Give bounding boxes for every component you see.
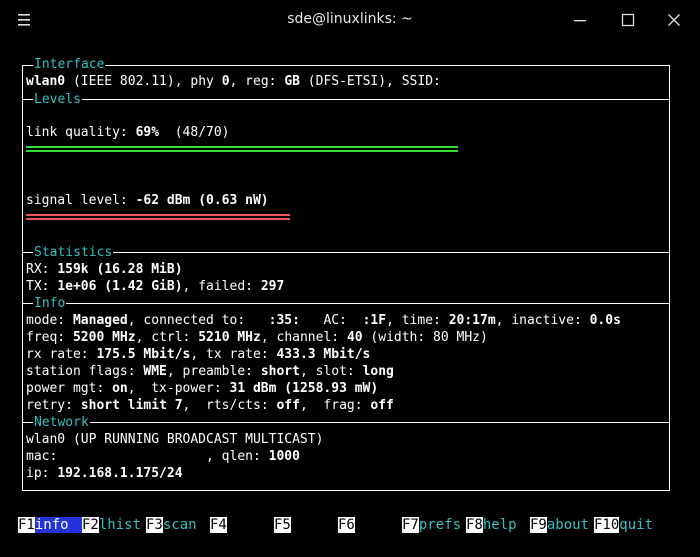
link-quality-line: link quality: 69% (48/70) <box>26 125 230 140</box>
fkey-f6[interactable]: F6 <box>338 516 355 534</box>
fkey-about[interactable]: F9about <box>530 516 589 534</box>
terminal-area[interactable]: Interface Levels Statistics Info Network… <box>0 40 700 557</box>
fkey-f4[interactable]: F4 <box>210 516 227 534</box>
close-icon[interactable] <box>662 8 686 32</box>
signal-level-line: signal level: -62 dBm (0.63 nW) <box>26 193 269 208</box>
section-label-statistics: Statistics <box>33 245 114 260</box>
window-titlebar: sde@linuxlinks: ~ <box>0 0 700 40</box>
section-label-interface: Interface <box>33 57 106 72</box>
freq-line: freq: 5200 MHz, ctrl: 5210 MHz, channel:… <box>26 330 488 345</box>
window-title: sde@linuxlinks: ~ <box>287 11 413 27</box>
fkey-info[interactable]: F1info <box>18 516 83 534</box>
function-key-bar: F1info F2lhist F3scan F4 F5 F6 F7prefs F… <box>18 516 688 534</box>
ip-line: ip: 192.168.1.175/24 <box>26 466 183 481</box>
fkey-f5[interactable]: F5 <box>274 516 291 534</box>
fkey-quit[interactable]: F10quit <box>594 516 653 534</box>
section-label-info: Info <box>33 296 67 311</box>
maximize-icon[interactable] <box>616 8 640 32</box>
interface-line: wlan0 (IEEE 802.11), phy 0, reg: GB (DFS… <box>26 74 449 89</box>
station-flags-line: station flags: WME, preamble: short, slo… <box>26 364 394 379</box>
fkey-lhist[interactable]: F2lhist <box>82 516 141 534</box>
divider <box>22 252 670 253</box>
power-mgt-line: power mgt: on, tx-power: 31 dBm (1258.93… <box>26 381 379 396</box>
rate-line: rx rate: 175.5 Mbit/s, tx rate: 433.3 Mb… <box>26 347 371 362</box>
divider <box>22 99 670 100</box>
divider <box>22 422 670 423</box>
signal-level-bar <box>26 214 290 222</box>
section-label-network: Network <box>33 415 90 430</box>
tx-stat-line: TX: 1e+06 (1.42 GiB), failed: 297 <box>26 279 285 294</box>
mac-line: mac: , qlen: 1000 <box>26 449 300 464</box>
section-label-levels: Levels <box>33 92 82 107</box>
divider <box>22 303 670 304</box>
network-flags-line: wlan0 (UP RUNNING BROADCAST MULTICAST) <box>26 432 324 447</box>
mode-line: mode: Managed, connected to: :35: AC: :1… <box>26 313 621 328</box>
minimize-icon[interactable] <box>568 8 592 32</box>
retry-line: retry: short limit 7, rts/cts: off, frag… <box>26 398 394 413</box>
rx-stat-line: RX: 159k (16.28 MiB) <box>26 262 183 277</box>
fkey-help[interactable]: F8help <box>466 516 517 534</box>
link-quality-bar <box>26 146 458 154</box>
fkey-prefs[interactable]: F7prefs <box>402 516 461 534</box>
fkey-scan[interactable]: F3scan <box>146 516 197 534</box>
